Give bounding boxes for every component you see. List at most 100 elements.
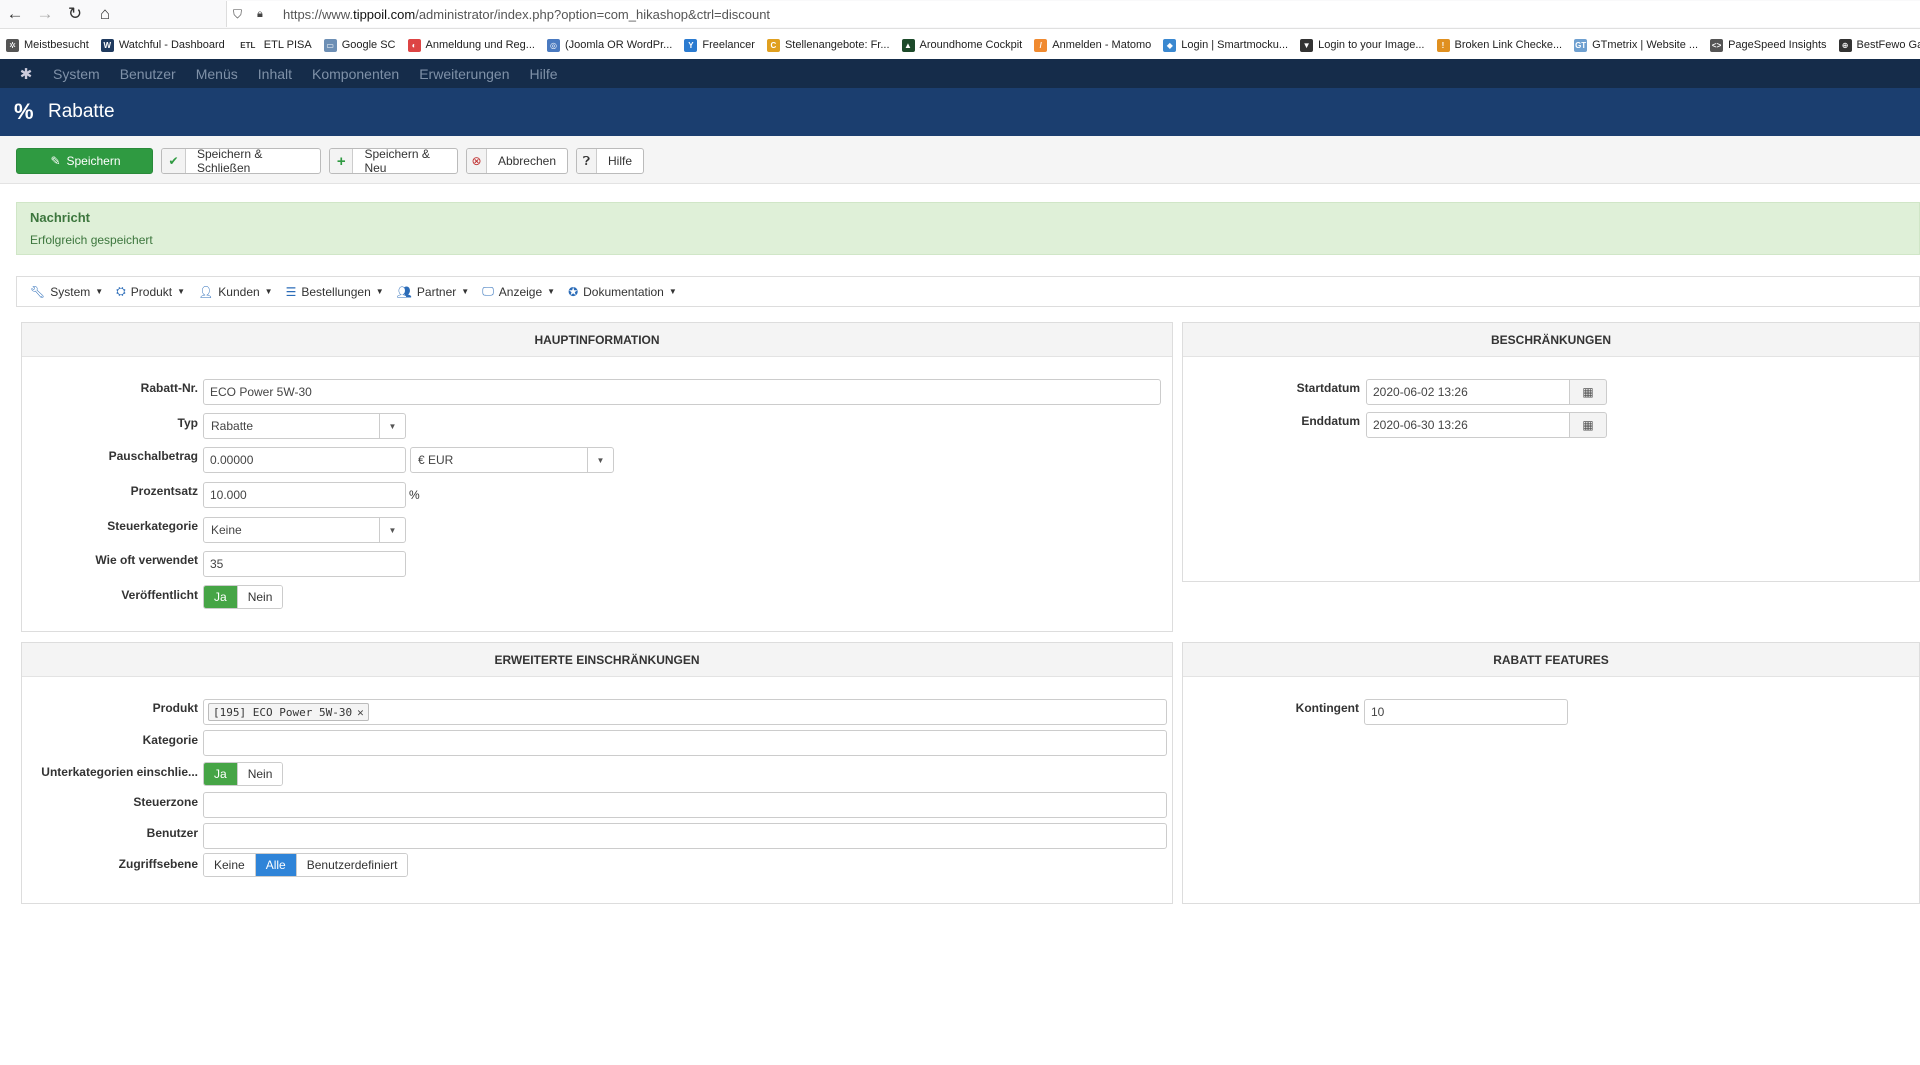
admin-menu-komponenten[interactable]: Komponenten (312, 66, 399, 82)
page-title: Rabatte (48, 101, 115, 122)
bookmark-item[interactable]: Y Freelancer (684, 38, 755, 52)
features-heading: RABATT FEATURES (1183, 643, 1919, 677)
bookmark-item[interactable]: W Watchful - Dashboard (100, 38, 225, 52)
percent-unit: % (409, 488, 420, 502)
bookmark-item[interactable]: ✲ Meistbesucht (6, 38, 89, 52)
cubes-icon: ⛭ (116, 284, 126, 298)
joomla-logo-icon[interactable]: ✱ (15, 65, 37, 83)
back-icon[interactable]: ← (0, 0, 30, 29)
chevron-down-icon: ▼ (379, 414, 405, 438)
chevron-down-icon: ▼ (587, 448, 613, 472)
remove-tag-icon[interactable]: ✕ (357, 706, 364, 719)
submenu-dokumentation[interactable]: ✪ Dokumentation ▼ (568, 285, 677, 299)
used-count-input[interactable]: 35 (203, 551, 406, 577)
bookmark-item[interactable]: ▼ Login to your Image... (1300, 38, 1425, 52)
product-label: Produkt (152, 701, 198, 715)
end-date-input[interactable]: 2020-06-30 13:26 (1366, 412, 1570, 438)
help-icon: ❓︎ (577, 149, 597, 173)
bookmark-item[interactable]: ◎ (Joomla OR WordPr... (546, 38, 672, 52)
percent-input[interactable]: 10.000 (203, 482, 406, 508)
bookmark-item[interactable]: ▭ Google SC (323, 38, 396, 52)
access-all[interactable]: Alle (254, 854, 296, 876)
published-toggle[interactable]: Ja Nein (203, 585, 284, 609)
end-date-label: Enddatum (1301, 414, 1360, 428)
restrictions-heading: BESCHRÄNKUNGEN (1183, 323, 1919, 357)
lock-icon: 🔒︎ (257, 7, 263, 20)
type-select[interactable]: Rabatte ▼ (203, 413, 406, 439)
bookmark-item[interactable]: ! Broken Link Checke... (1436, 38, 1562, 52)
submenu-partner[interactable]: 👥︎ Partner ▼ (397, 285, 470, 299)
product-tag[interactable]: [195] ECO Power 5W-30 ✕ (208, 703, 369, 721)
subcategories-label: Unterkategorien einschlie... (41, 765, 198, 779)
bookmark-item[interactable]: <> PageSpeed Insights (1710, 38, 1827, 52)
forward-icon[interactable]: → (30, 0, 60, 29)
admin-menu-inhalt[interactable]: Inhalt (258, 66, 292, 82)
message-title: Nachricht (30, 210, 90, 225)
main-info-heading: HAUPTINFORMATION (22, 323, 1172, 357)
home-icon[interactable]: ⌂ (90, 0, 120, 29)
quota-input[interactable]: 10 (1364, 699, 1568, 725)
help-button[interactable]: ❓︎ Hilfe (576, 148, 644, 174)
flat-amount-label: Pauschalbetrag (108, 449, 198, 463)
calendar-icon[interactable]: ▦ (1569, 379, 1607, 405)
bookmark-item[interactable]: ◆ Login | Smartmocku... (1163, 38, 1288, 52)
message-text: Erfolgreich gespeichert (30, 233, 153, 247)
category-input[interactable] (203, 730, 1167, 756)
bookmark-item[interactable]: GT GTmetrix | Website ... (1574, 38, 1698, 52)
subcategories-yes[interactable]: Ja (204, 763, 237, 785)
admin-menu-erweiterungen[interactable]: Erweiterungen (419, 66, 509, 82)
admin-menu-benutzer[interactable]: Benutzer (120, 66, 176, 82)
published-label: Veröffentlicht (121, 588, 198, 602)
submenu-kunden[interactable]: 👤︎ Kunden ▼ (198, 285, 273, 299)
caret-down-icon: ▼ (461, 287, 470, 296)
code-input[interactable]: ECO Power 5W-30 (203, 379, 1161, 405)
cancel-button[interactable]: ⊗ Abbrechen (466, 148, 568, 174)
bookmark-item[interactable]: ▲ Aroundhome Cockpit (901, 38, 1022, 52)
address-bar[interactable]: ⛉ 🔒︎ https://www.tippoil.com/administrat… (226, 1, 1920, 27)
reload-icon[interactable]: ↻ (60, 0, 90, 29)
save-new-button[interactable]: + Speichern & Neu (329, 148, 458, 174)
bookmark-favicon-icon: ETL (236, 38, 259, 52)
bookmark-favicon-icon: ▭ (323, 38, 337, 52)
admin-menu-menüs[interactable]: Menüs (196, 66, 238, 82)
bookmarks-bar: ✲ Meistbesucht W Watchful - Dashboard ETL ETL… (0, 32, 1920, 58)
discount-features-panel: RABATT FEATURES Kontingent 10 (1182, 642, 1920, 904)
caret-down-icon: ▼ (177, 287, 186, 296)
calendar-icon[interactable]: ▦ (1569, 412, 1607, 438)
admin-top-nav: ✱ System Benutzer Menüs Inhalt Komponenten Er… (0, 59, 1920, 88)
submenu-bestellungen[interactable]: ☰ Bestellungen ▼ (286, 285, 384, 299)
browser-toolbar: ← → ↻ ⌂ ⛉ 🔒︎ https://www.tippoil.com/adm… (0, 0, 1920, 29)
access-level-toggle[interactable]: Keine Alle Benutzerdefiniert (203, 853, 409, 877)
access-custom[interactable]: Benutzerdefiniert (295, 854, 408, 876)
published-no[interactable]: Nein (236, 586, 283, 608)
subcategories-no[interactable]: Nein (236, 763, 283, 785)
submenu-produkt[interactable]: ⛭ Produkt ▼ (116, 284, 185, 299)
restrictions-panel: BESCHRÄNKUNGEN Startdatum 2020-06-02 13:… (1182, 322, 1920, 582)
access-none[interactable]: Keine (204, 854, 255, 876)
tax-category-select[interactable]: Keine ▼ (203, 517, 406, 543)
admin-menu-hilfe[interactable]: Hilfe (529, 66, 557, 82)
save-button[interactable]: ✎ Speichern (16, 148, 153, 174)
admin-menu-system[interactable]: System (53, 66, 100, 82)
bookmark-favicon-icon: ⊕ (1838, 38, 1852, 52)
chevron-down-icon: ▼ (379, 518, 405, 542)
bookmark-item[interactable]: ETL ETL PISA (236, 38, 312, 52)
bookmark-item[interactable]: / Anmelden - Matomo (1034, 38, 1151, 52)
bookmark-item[interactable]: ⊕BestFewo Gastgeber (1838, 38, 1920, 52)
url-text: https://www.tippoil.com/administrator/in… (283, 6, 771, 22)
save-close-button[interactable]: ✔ Speichern & Schließen (161, 148, 321, 174)
subcategories-toggle[interactable]: Ja Nein (203, 762, 284, 786)
bookmark-item[interactable]: ◐ Anmeldung und Reg... (407, 38, 535, 52)
user-icon: 👤︎ (198, 284, 214, 299)
flat-amount-input[interactable]: 0.00000 (203, 447, 406, 473)
bookmark-item[interactable]: C Stellenangebote: Fr... (766, 38, 890, 52)
bookmark-favicon-icon: GT (1574, 38, 1588, 52)
submenu-system[interactable]: 🔧︎ System ▼ (30, 285, 103, 299)
currency-select[interactable]: € EUR ▼ (410, 447, 614, 473)
published-yes[interactable]: Ja (204, 586, 237, 608)
tax-zone-input[interactable] (203, 792, 1167, 818)
submenu-anzeige[interactable]: 🖵 Anzeige ▼ (482, 284, 555, 299)
cancel-icon: ⊗ (467, 149, 487, 173)
user-input[interactable] (203, 823, 1167, 849)
start-date-input[interactable]: 2020-06-02 13:26 (1366, 379, 1570, 405)
